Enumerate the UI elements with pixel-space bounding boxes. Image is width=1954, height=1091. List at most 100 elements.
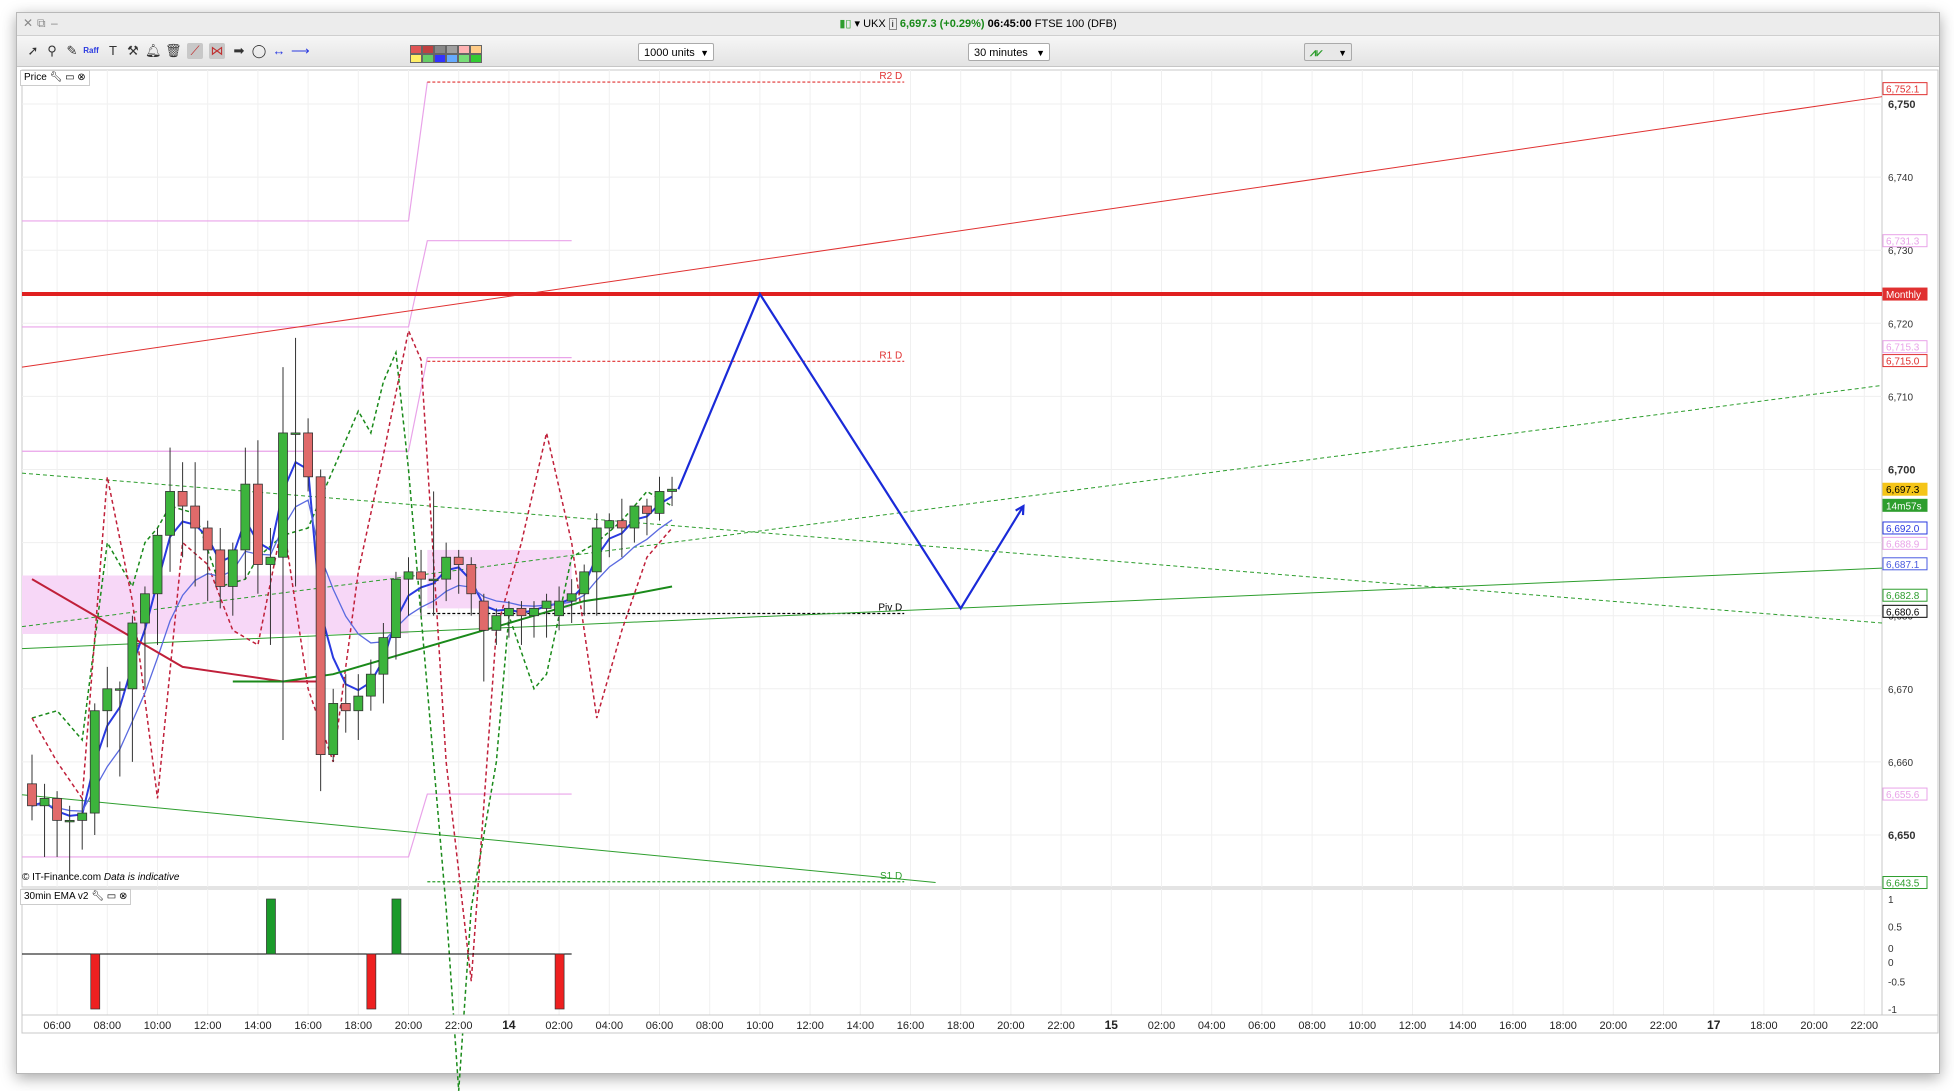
bear-candle-body [466, 564, 477, 595]
bear-candle-body [190, 505, 201, 529]
bear-candle-body [52, 798, 62, 821]
price-tag: 6,692.0 [1882, 521, 1928, 535]
close-panel-icon[interactable]: ⊗ [77, 72, 85, 83]
y-tick-label: 6,660 [1888, 758, 1913, 769]
bull-candle-body [114, 688, 125, 691]
y-tick-label: 6,710 [1888, 392, 1913, 403]
indicator-panel-header: 30min EMA v2 🔧︎ ▭ ⊗ [20, 889, 132, 905]
x-tick-label: 22:00 [1047, 1020, 1075, 1032]
x-tick-label: 20:00 [395, 1020, 423, 1032]
pivot-level-label: R2 D [879, 71, 902, 82]
x-tick-label: 02:00 [1148, 1020, 1176, 1032]
y-tick-label: 6,670 [1888, 685, 1913, 696]
indicator-tick-label: 0 [1888, 958, 1894, 969]
price-panel [21, 69, 1883, 888]
bull-candle-body [667, 488, 677, 492]
pivot-level-label: R1 D [879, 350, 902, 361]
x-tick-label: 16:00 [897, 1020, 925, 1032]
x-tick-label: 20:00 [997, 1020, 1025, 1032]
bull-candle-body [378, 637, 389, 675]
x-tick-label: 10:00 [1349, 1020, 1377, 1032]
y-tick-label: 6,730 [1888, 246, 1913, 257]
bear-candle-body [453, 556, 464, 565]
x-tick-label: 22:00 [445, 1020, 473, 1032]
wrench-icon[interactable]: 🔧︎ [91, 891, 104, 902]
watermark: © IT-Finance.com Data is indicative [22, 872, 179, 883]
price-tag-text: 6,692.0 [1886, 524, 1920, 535]
close-panel-icon[interactable]: ⊗ [119, 891, 127, 902]
indicator-tick-label: -0.5 [1888, 978, 1906, 989]
x-tick-label: 04:00 [596, 1020, 624, 1032]
bear-candle-body [616, 520, 627, 529]
indicator-tick-label: 0.5 [1888, 923, 1902, 934]
candle [315, 469, 326, 792]
y-tick-label: 6,650 [1888, 830, 1916, 842]
window-icon[interactable]: ▭ [65, 72, 74, 83]
bull-candle-body [278, 432, 288, 558]
price-tag-text: 6,688.9 [1886, 539, 1920, 550]
x-tick-label: 16:00 [294, 1020, 322, 1032]
x-tick-label: 12:00 [796, 1020, 824, 1032]
x-tick-label: 14:00 [847, 1020, 875, 1032]
bear-candle-body [215, 549, 226, 587]
price-tag: 6,682.8 [1882, 588, 1928, 602]
pivot-level-label: S1 D [880, 871, 902, 882]
price-tag: 6,680.6 [1882, 604, 1928, 618]
x-tick-label: 20:00 [1600, 1020, 1628, 1032]
x-tick-label: 02:00 [545, 1020, 573, 1032]
bull-candle-body [102, 688, 113, 712]
indicator-panel-label: 30min EMA v2 [24, 891, 89, 902]
x-tick-label: 18:00 [1750, 1020, 1778, 1032]
window-icon[interactable]: ▭ [107, 891, 116, 902]
bull-candle-body [240, 483, 251, 551]
x-tick-label: 08:00 [1298, 1020, 1326, 1032]
bull-candle-body [403, 571, 414, 580]
bull-candle-body [140, 593, 150, 624]
x-tick-label: 18:00 [345, 1020, 373, 1032]
bull-candle-body [39, 798, 50, 807]
disclaimer-text: Data is indicative [103, 872, 180, 883]
x-tick-label: 22:00 [1650, 1020, 1678, 1032]
x-tick-label: 20:00 [1800, 1020, 1828, 1032]
price-tag-text: 6,643.5 [1886, 879, 1920, 890]
x-tick-label: 10:00 [746, 1020, 774, 1032]
indicator-bar-positive [391, 898, 402, 955]
y-tick-label: 6,750 [1888, 99, 1916, 111]
bear-candle-body [416, 571, 426, 580]
price-tag-text: Monthly [1886, 290, 1921, 301]
price-tag-text: 6,655.6 [1886, 790, 1920, 801]
price-tag: 6,655.6 [1882, 787, 1928, 801]
x-tick-label: 04:00 [1198, 1020, 1226, 1032]
y-tick-label: 6,720 [1888, 319, 1913, 330]
bull-candle-body [127, 622, 138, 690]
x-tick-label: 12:00 [1399, 1020, 1427, 1032]
x-tick-label: 12:00 [194, 1020, 222, 1032]
x-tick-label: 08:00 [94, 1020, 122, 1032]
x-tick-label: 06:00 [1248, 1020, 1276, 1032]
price-panel-header: Price 🔧︎ ▭ ⊗ [20, 70, 90, 86]
bull-candle-body [64, 819, 75, 823]
bull-candle-body [441, 556, 452, 580]
bull-candle-body [165, 491, 175, 536]
indicator-tick-label: -1 [1888, 1005, 1897, 1016]
bull-candle-body [365, 673, 376, 697]
price-tag-text: 6,715.0 [1886, 357, 1920, 368]
x-tick-label: 14:00 [244, 1020, 272, 1032]
x-tick-label: 06:00 [43, 1020, 71, 1032]
bear-candle-body [177, 491, 188, 507]
bull-candle-body [152, 534, 163, 595]
price-tag-text: 6,680.6 [1886, 607, 1920, 618]
price-tag-text: 14m57s [1886, 501, 1922, 512]
chart-canvas[interactable]: R2 DR1 DPiv DS1 D10.500-0.5-16,7506,7406… [0, 0, 1954, 1091]
x-tick-label: 15 [1105, 1018, 1119, 1032]
price-tag: 6,715.0 [1882, 354, 1928, 368]
price-tag-text: 6,682.8 [1886, 591, 1920, 602]
copyright-text: © IT-Finance.com [22, 872, 102, 883]
bear-candle-body [27, 783, 37, 807]
indicator-tick-label: 1 [1888, 895, 1894, 906]
x-tick-label: 16:00 [1499, 1020, 1527, 1032]
x-tick-label: 10:00 [144, 1020, 172, 1032]
bull-candle-body [654, 491, 665, 514]
bull-candle-body [566, 593, 577, 602]
wrench-icon[interactable]: 🔧︎ [50, 72, 63, 83]
